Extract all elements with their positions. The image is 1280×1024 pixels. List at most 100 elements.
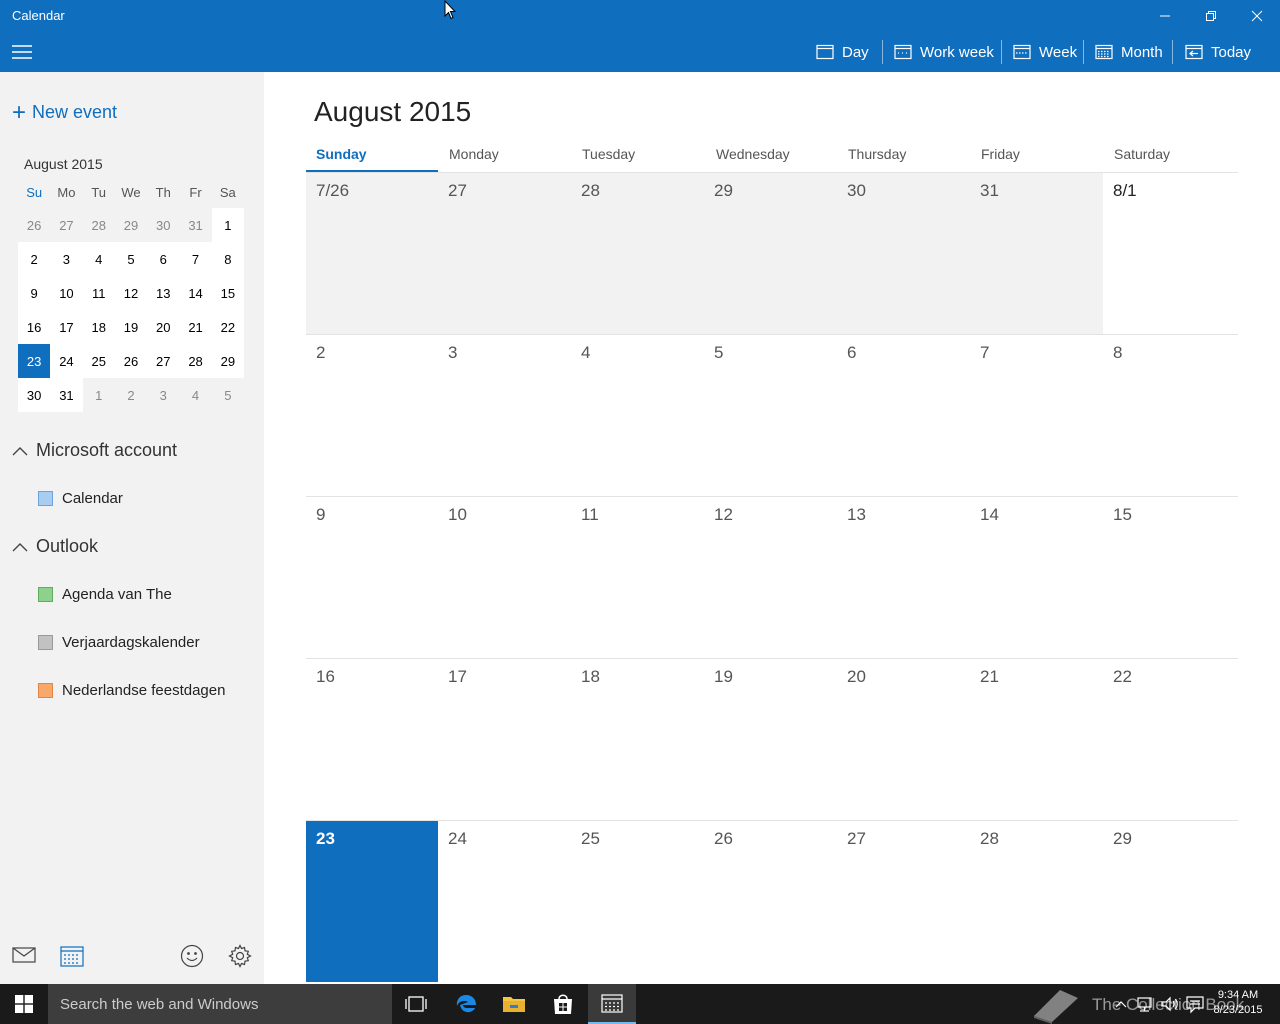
calendar-app-button[interactable] <box>60 944 84 973</box>
mini-calendar-day[interactable]: 30 <box>18 378 51 412</box>
mini-calendar-day[interactable]: 28 <box>83 208 115 242</box>
mini-calendar-day[interactable]: 12 <box>114 276 148 310</box>
month-day-cell[interactable]: 29 <box>704 173 837 334</box>
mini-calendar-day[interactable]: 7 <box>179 242 212 276</box>
month-day-today[interactable]: 23 <box>306 821 438 982</box>
month-day-cell[interactable]: 5 <box>704 335 837 496</box>
restore-button[interactable] <box>1188 0 1234 32</box>
mini-calendar-day[interactable]: 31 <box>179 208 211 242</box>
mini-calendar-day[interactable]: 8 <box>211 242 244 276</box>
mini-calendar-day[interactable]: 25 <box>82 344 115 378</box>
mini-calendar-day[interactable]: 16 <box>18 310 51 344</box>
month-day-cell[interactable]: 12 <box>704 497 837 658</box>
edge-browser-button[interactable] <box>442 984 490 1024</box>
mini-calendar-day[interactable]: 10 <box>50 276 83 310</box>
month-day-cell[interactable]: 7 <box>970 335 1103 496</box>
month-day-cell[interactable]: 19 <box>704 659 837 820</box>
mini-calendar-day[interactable]: 28 <box>179 344 212 378</box>
minimize-button[interactable] <box>1142 0 1188 32</box>
mini-calendar-day[interactable]: 18 <box>82 310 115 344</box>
mini-calendar-day[interactable]: 24 <box>50 344 83 378</box>
mini-calendar-day[interactable]: 13 <box>147 276 180 310</box>
month-day-cell[interactable]: 10 <box>438 497 571 658</box>
mini-calendar-day[interactable]: 29 <box>115 208 147 242</box>
day-view-button[interactable]: Day <box>816 32 869 72</box>
month-day-cell[interactable]: 29 <box>1103 821 1238 982</box>
month-day-cell[interactable]: 18 <box>571 659 704 820</box>
mini-calendar-day[interactable]: 19 <box>114 310 148 344</box>
mini-calendar-day[interactable]: 14 <box>179 276 212 310</box>
calendar-item-verjaardagskalender[interactable]: Verjaardagskalender <box>38 634 200 651</box>
month-day-cell[interactable]: 27 <box>438 173 571 334</box>
month-day-cell[interactable]: 15 <box>1103 497 1238 658</box>
month-day-cell[interactable]: 21 <box>970 659 1103 820</box>
mini-calendar-title[interactable]: August 2015 <box>24 156 103 172</box>
month-day-cell[interactable]: 25 <box>571 821 704 982</box>
month-day-cell[interactable]: 6 <box>837 335 970 496</box>
mini-calendar-day[interactable]: 27 <box>50 208 82 242</box>
month-day-cell[interactable]: 20 <box>837 659 970 820</box>
mini-calendar-day[interactable]: 9 <box>18 276 51 310</box>
group-microsoft-account[interactable]: Microsoft account <box>12 440 177 461</box>
month-day-cell[interactable]: 13 <box>837 497 970 658</box>
month-day-cell[interactable]: 4 <box>571 335 704 496</box>
mini-calendar-day[interactable]: 21 <box>179 310 212 344</box>
group-outlook[interactable]: Outlook <box>12 536 98 557</box>
month-day-cell[interactable]: 24 <box>438 821 571 982</box>
month-day-cell[interactable]: 26 <box>704 821 837 982</box>
mini-calendar-day[interactable]: 29 <box>211 344 244 378</box>
mini-calendar-day[interactable]: 1 <box>83 378 115 412</box>
mini-calendar-day[interactable]: 3 <box>147 378 179 412</box>
mini-calendar-day[interactable]: 5 <box>212 378 244 412</box>
month-day-cell[interactable]: 17 <box>438 659 571 820</box>
mini-calendar-day[interactable]: 22 <box>211 310 244 344</box>
mini-calendar-day[interactable]: 1 <box>211 208 244 242</box>
month-day-cell[interactable]: 28 <box>571 173 704 334</box>
mini-calendar-day[interactable]: 30 <box>147 208 179 242</box>
calendar-taskbar-button[interactable] <box>588 984 636 1024</box>
month-day-cell[interactable]: 28 <box>970 821 1103 982</box>
feedback-button[interactable] <box>180 944 204 973</box>
taskbar-search-box[interactable]: Search the web and Windows <box>48 984 392 1024</box>
new-event-button[interactable]: + New event <box>12 100 117 124</box>
mini-calendar-today[interactable]: 23 <box>18 344 51 378</box>
work-week-view-button[interactable]: Work week <box>894 32 994 72</box>
mini-calendar-day[interactable]: 27 <box>147 344 180 378</box>
month-day-cell[interactable]: 3 <box>438 335 571 496</box>
mini-calendar-day[interactable]: 6 <box>147 242 180 276</box>
month-day-cell[interactable]: 9 <box>306 497 438 658</box>
month-day-cell[interactable]: 30 <box>837 173 970 334</box>
month-day-cell[interactable]: 8/1 <box>1103 173 1238 334</box>
mini-calendar-day[interactable]: 2 <box>115 378 147 412</box>
hamburger-menu-button[interactable] <box>12 43 34 61</box>
mini-calendar-day[interactable]: 3 <box>50 242 83 276</box>
month-day-cell[interactable]: 11 <box>571 497 704 658</box>
settings-button[interactable] <box>228 944 252 973</box>
month-day-cell[interactable]: 7/26 <box>306 173 438 334</box>
month-day-cell[interactable]: 22 <box>1103 659 1238 820</box>
mini-calendar-day[interactable]: 26 <box>114 344 148 378</box>
mini-calendar-day[interactable]: 2 <box>18 242 51 276</box>
mini-calendar-day[interactable]: 31 <box>50 378 83 412</box>
calendar-item-agenda[interactable]: Agenda van The <box>38 586 172 603</box>
mini-calendar-day[interactable]: 20 <box>147 310 180 344</box>
week-view-button[interactable]: Week <box>1013 32 1077 72</box>
month-day-cell[interactable]: 31 <box>970 173 1103 334</box>
month-day-cell[interactable]: 2 <box>306 335 438 496</box>
mail-button[interactable] <box>12 946 36 969</box>
today-button[interactable]: Today <box>1185 32 1251 72</box>
mini-calendar-day[interactable]: 15 <box>211 276 244 310</box>
month-day-cell[interactable]: 14 <box>970 497 1103 658</box>
mini-calendar-day[interactable]: 26 <box>18 208 50 242</box>
mini-calendar-day[interactable]: 4 <box>179 378 211 412</box>
month-view-button[interactable]: Month <box>1095 32 1163 72</box>
month-day-cell[interactable]: 27 <box>837 821 970 982</box>
month-day-cell[interactable]: 16 <box>306 659 438 820</box>
close-button[interactable] <box>1234 0 1280 32</box>
task-view-button[interactable] <box>392 984 440 1024</box>
month-day-cell[interactable]: 8 <box>1103 335 1238 496</box>
calendar-item-calendar[interactable]: Calendar <box>38 490 123 507</box>
store-button[interactable] <box>539 984 587 1024</box>
mini-calendar-day[interactable]: 5 <box>114 242 148 276</box>
calendar-item-feestdagen[interactable]: Nederlandse feestdagen <box>38 682 225 699</box>
